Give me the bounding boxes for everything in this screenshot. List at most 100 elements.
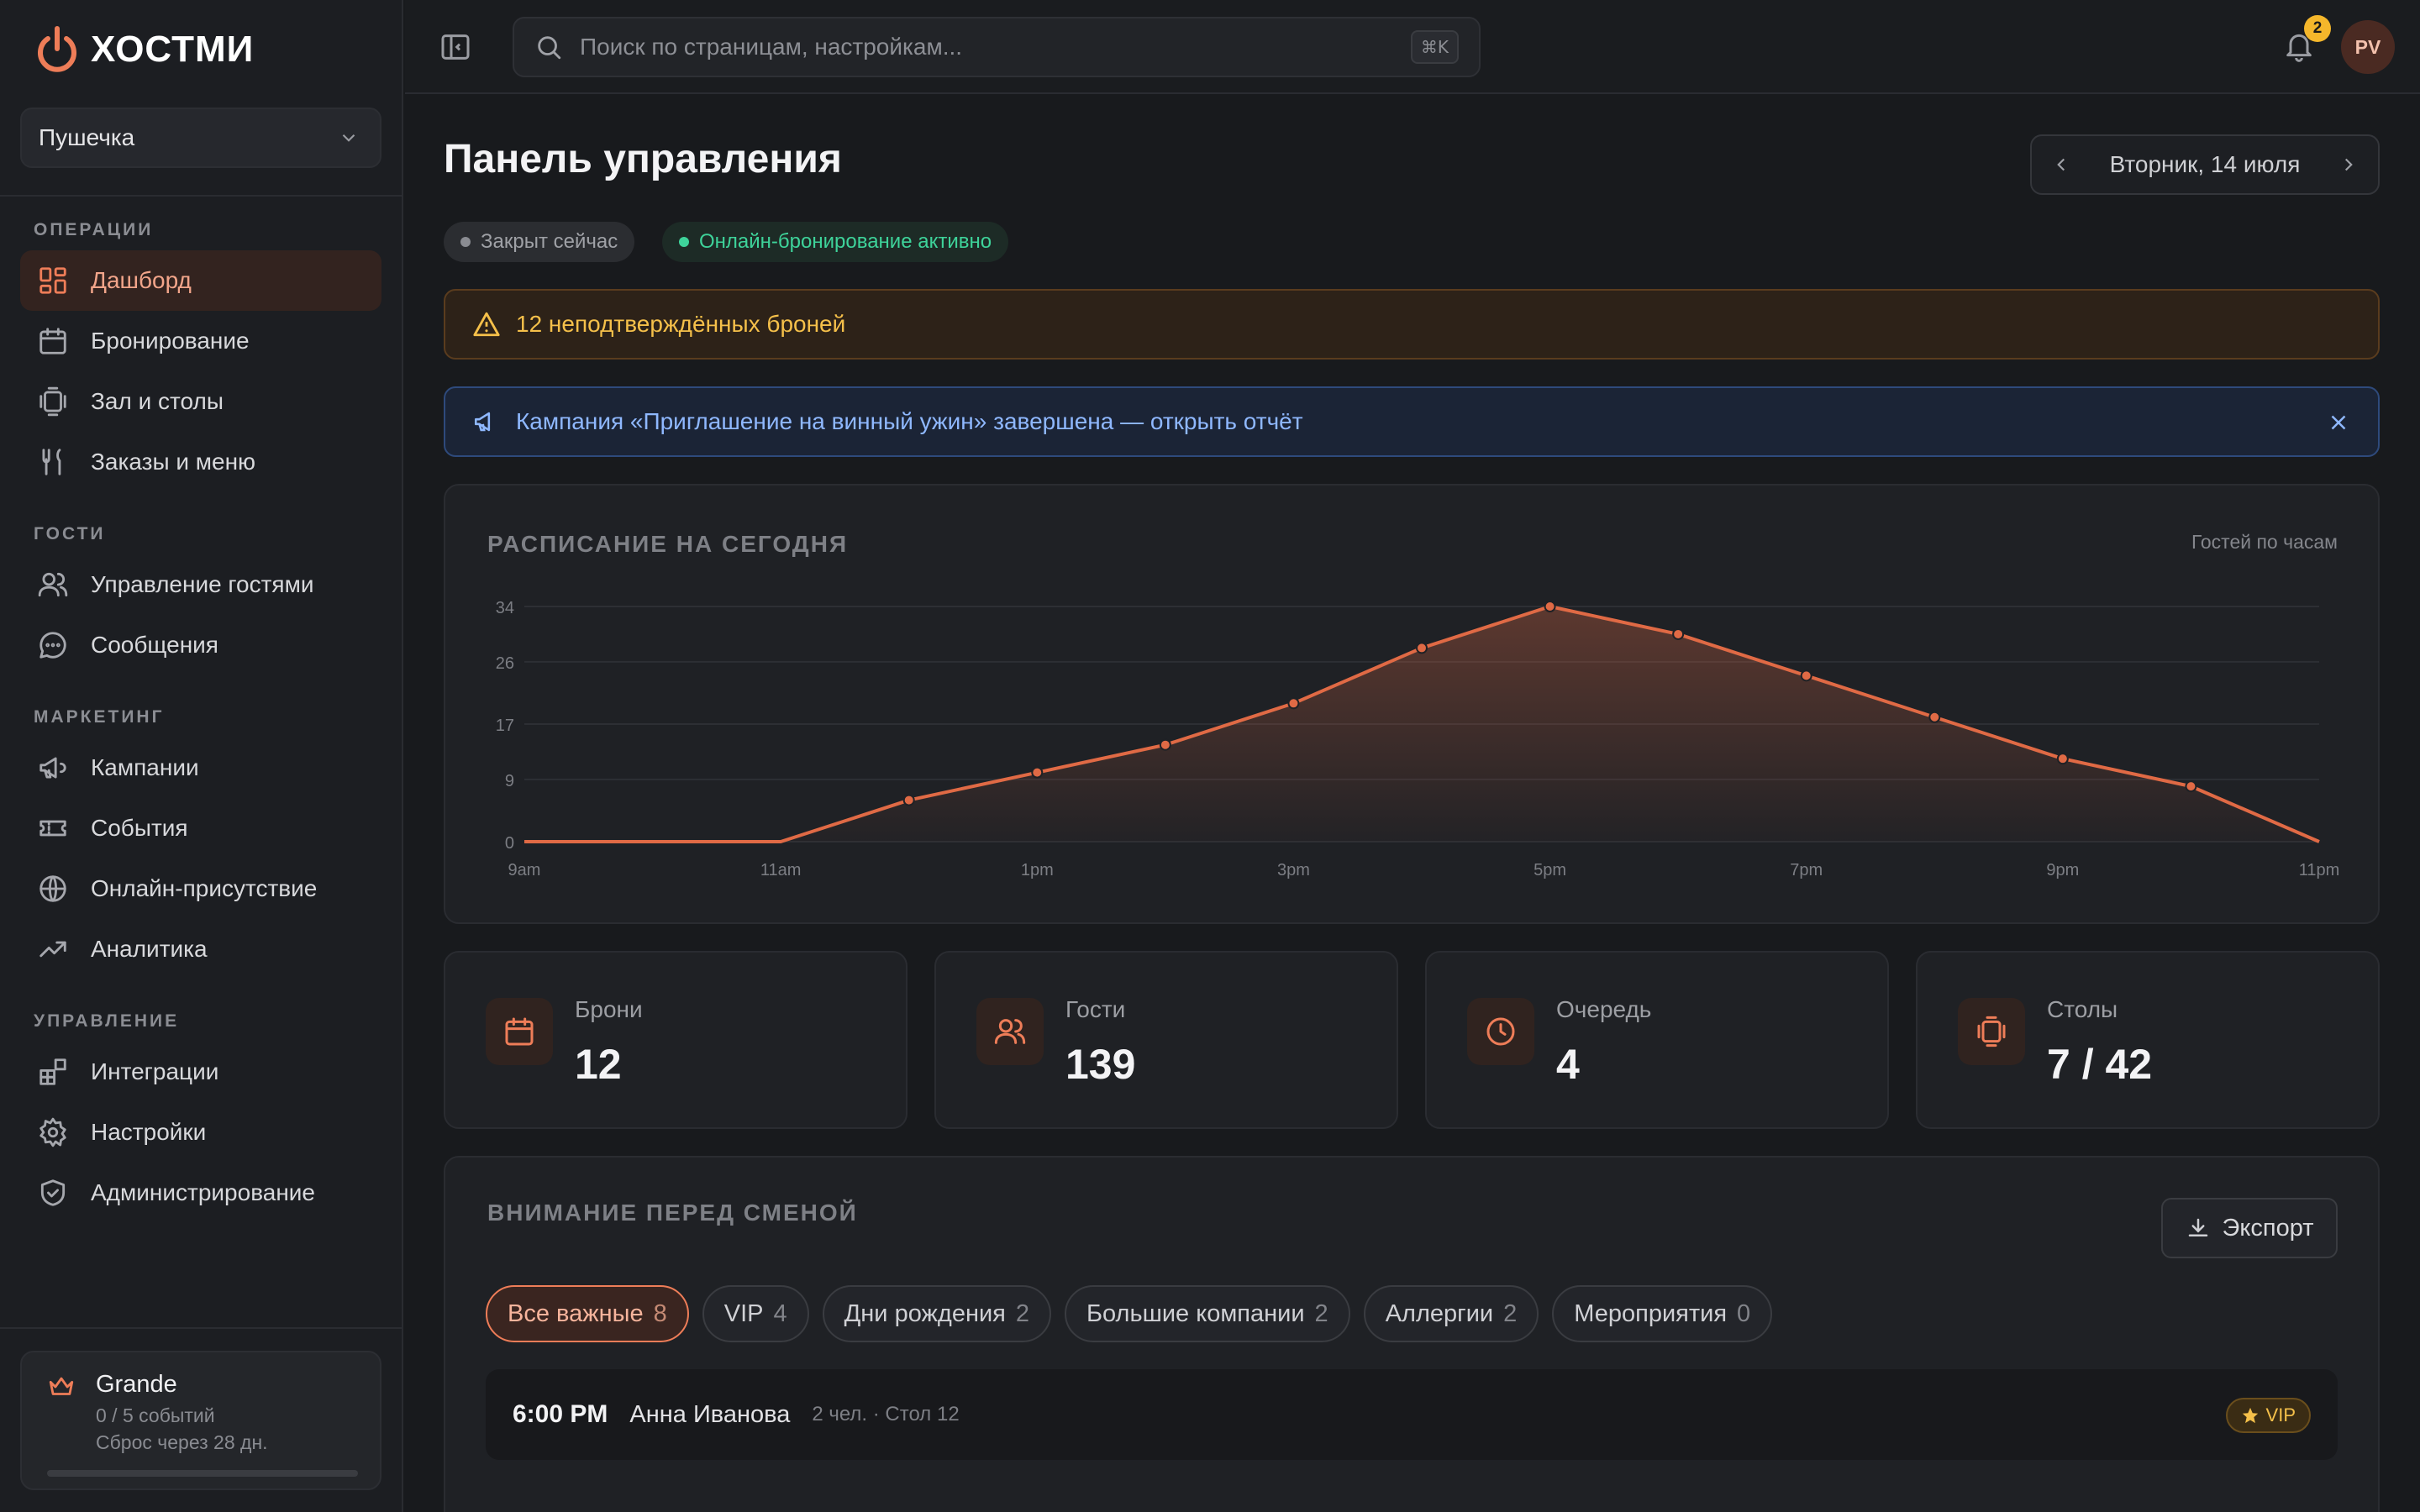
sidebar-item-3-1[interactable]: Настройки xyxy=(20,1102,381,1163)
filter-chip[interactable]: Все важные 8 xyxy=(486,1285,689,1342)
users-icon xyxy=(38,572,68,597)
filter-chip[interactable]: Аллергии 2 xyxy=(1363,1285,1539,1342)
filter-chip-count: 4 xyxy=(773,1299,787,1327)
page-title: Панель управления xyxy=(444,137,842,181)
sidebar-item-3-2[interactable]: Администрирование xyxy=(20,1163,381,1223)
unconfirmed-alert[interactable]: 12 неподтверждённых броней xyxy=(444,289,2380,360)
campaign-alert[interactable]: Кампания «Приглашение на винный ужин» за… xyxy=(444,386,2380,457)
unconfirmed-alert-text: 12 неподтверждённых броней xyxy=(516,311,846,337)
gear-icon xyxy=(39,1117,66,1147)
sidebar-item-label: Дашборд xyxy=(91,267,192,293)
data-point xyxy=(1928,711,1941,723)
tables-icon xyxy=(39,386,66,417)
megaphone-icon xyxy=(474,412,491,432)
sidebar-item-1-1[interactable]: Сообщения xyxy=(20,615,381,675)
sidebar-item-2-2[interactable]: Онлайн-присутствие xyxy=(20,858,381,919)
stat-card[interactable]: Очередь 4 xyxy=(1425,951,1889,1129)
topbar: ⌘K 2 PV xyxy=(405,0,2420,94)
plan-name: Grande xyxy=(96,1371,177,1398)
sidebar-item-1-0[interactable]: Управление гостями xyxy=(20,554,381,615)
stat-card[interactable]: Гости 139 xyxy=(934,951,1398,1129)
date-navigator: Вторник, 14 июля xyxy=(2030,134,2380,195)
filter-chip-count: 0 xyxy=(1737,1299,1751,1327)
venue-select-value: Пушечка xyxy=(39,124,135,150)
chat-icon xyxy=(39,632,66,659)
filter-chip[interactable]: Мероприятия 0 xyxy=(1552,1285,1773,1342)
sidebar-item-label: Аналитика xyxy=(91,936,208,962)
filter-chip[interactable]: Дни рождения 2 xyxy=(822,1285,1052,1342)
notification-badge: 2 xyxy=(2304,15,2331,42)
data-point xyxy=(1544,601,1556,612)
sidebar-section-title: ОПЕРАЦИИ xyxy=(34,220,154,239)
sidebar-toggle-icon[interactable] xyxy=(439,30,472,64)
chevron-left-icon[interactable] xyxy=(2050,154,2072,176)
filter-chip[interactable]: VIP 4 xyxy=(702,1285,809,1342)
sidebar-item-label: Настройки xyxy=(91,1119,207,1145)
plan-events: 0 / 5 событий xyxy=(96,1404,215,1426)
data-point xyxy=(2185,780,2197,793)
status-dot xyxy=(679,237,689,247)
stat-value: 139 xyxy=(1065,1041,1136,1088)
sidebar-item-3-0[interactable]: Интеграции xyxy=(20,1042,381,1102)
power-logo-icon xyxy=(38,26,76,72)
y-tick-label: 0 xyxy=(505,834,514,853)
filter-chip-label: Большие компании xyxy=(1086,1299,1305,1327)
sidebar-item-label: Сообщения xyxy=(91,632,218,658)
x-tick-label: 9pm xyxy=(2046,861,2079,879)
sidebar-item-0-3[interactable]: Заказы и меню xyxy=(20,432,381,492)
campaign-alert-text[interactable]: Кампания «Приглашение на винный ужин» за… xyxy=(516,408,1303,435)
sidebar-item-label: Интеграции xyxy=(91,1058,219,1084)
calendar-icon xyxy=(39,328,66,354)
x-tick-label: 11pm xyxy=(2299,861,2340,879)
megaphone-icon xyxy=(39,757,66,779)
sidebar-item-2-3[interactable]: Аналитика xyxy=(20,919,381,979)
sidebar-item-0-1[interactable]: Бронирование xyxy=(20,311,381,371)
calendar-icon xyxy=(505,1017,534,1046)
stat-label: Очередь xyxy=(1556,996,1652,1022)
data-point xyxy=(1159,738,1171,751)
vip-badge: VIP xyxy=(2225,1398,2311,1433)
stat-card[interactable]: Столы 7 / 42 xyxy=(1916,951,2380,1129)
sidebar-item-0-0[interactable]: Дашборд xyxy=(20,250,381,311)
integrations-icon xyxy=(39,1058,66,1085)
stat-value: 4 xyxy=(1556,1041,1580,1088)
status-dot xyxy=(460,237,471,247)
filter-chip[interactable]: Большие компании 2 xyxy=(1065,1285,1350,1342)
search-input[interactable] xyxy=(580,34,1411,60)
data-point xyxy=(1672,627,1685,640)
close-icon[interactable] xyxy=(2326,410,2351,435)
stat-value: 7 / 42 xyxy=(2047,1041,2153,1088)
venue-select[interactable]: Пушечка xyxy=(20,108,381,168)
stat-icon-wrap xyxy=(486,998,553,1065)
export-button[interactable]: Экспорт xyxy=(2161,1198,2338,1258)
data-point xyxy=(902,794,915,806)
data-point xyxy=(2056,753,2069,765)
status-badge-online: Онлайн-бронирование активно xyxy=(662,222,1009,262)
filter-chip-label: VIP xyxy=(723,1299,764,1327)
stat-label: Брони xyxy=(575,996,643,1022)
sidebar-item-label: Администрирование xyxy=(91,1179,315,1205)
current-date[interactable]: Вторник, 14 июля xyxy=(2110,151,2301,178)
filter-chip-count: 2 xyxy=(1314,1299,1328,1327)
search-box[interactable]: ⌘K xyxy=(513,17,1481,77)
sidebar-section-title: МАРКЕТИНГ xyxy=(34,707,165,727)
star-icon xyxy=(2242,1407,2258,1424)
guests-chart: 0 9 17 26 34 9am 11am 1pm 3pm 5pm 7pm 9pm 11pm xyxy=(496,599,2340,879)
table-row[interactable]: 6:00 PM Анна Иванова 2 чел. · Стол 12 VIP xyxy=(486,1369,2338,1460)
avatar[interactable]: PV xyxy=(2341,20,2395,74)
status-online-label: Онлайн-бронирование активно xyxy=(699,230,992,253)
export-label: Экспорт xyxy=(2222,1214,2314,1242)
sidebar-item-0-2[interactable]: Зал и столы xyxy=(20,371,381,432)
chevron-right-icon[interactable] xyxy=(2338,154,2360,176)
row-time: 6:00 PM xyxy=(513,1400,608,1428)
sidebar-item-2-1[interactable]: События xyxy=(20,798,381,858)
data-point xyxy=(1800,669,1812,682)
logo[interactable]: ХОСТМИ xyxy=(35,25,254,74)
stat-card[interactable]: Брони 12 xyxy=(444,951,908,1129)
sidebar-item-label: Зал и столы xyxy=(91,388,224,414)
sidebar-item-label: Заказы и меню xyxy=(91,449,256,475)
sidebar-item-2-0[interactable]: Кампании xyxy=(20,738,381,798)
plan-card[interactable]: Grande 0 / 5 событий Сброс через 28 дн. xyxy=(20,1351,381,1490)
schedule-card: РАСПИСАНИЕ НА СЕГОДНЯ Гостей по часам 09… xyxy=(444,484,2380,924)
vip-badge-label: VIP xyxy=(2265,1404,2296,1425)
